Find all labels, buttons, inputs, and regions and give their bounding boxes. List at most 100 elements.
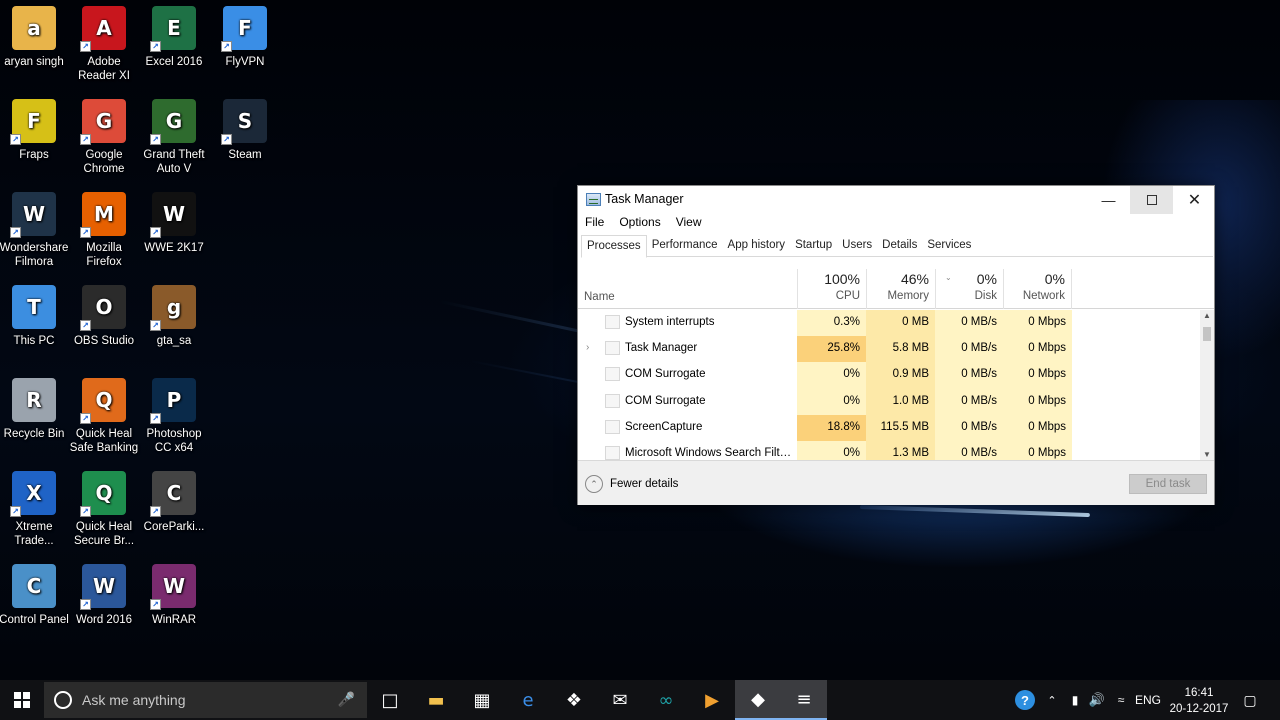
menu-options[interactable]: Options (619, 215, 660, 229)
obs-icon: O ↗ (80, 285, 126, 331)
clock[interactable]: 16:41 20-12-2017 (1166, 685, 1232, 717)
arduino-icon[interactable]: ∞ (643, 680, 689, 720)
desktop-icon[interactable]: Q ↗ Quick Heal Safe Banking (68, 378, 140, 455)
desktop-icon-label: Photoshop CC x64 (146, 428, 202, 454)
scroll-down-icon[interactable]: ▼ (1203, 450, 1211, 459)
desktop-icon[interactable]: W ↗ Word 2016 (68, 564, 140, 627)
process-row[interactable]: COM Surrogate 0% 0.9 MB 0 MB/s 0 Mbps (578, 362, 1200, 389)
desktop-icon[interactable]: W ↗ WWE 2K17 (138, 192, 210, 255)
tab-performance[interactable]: Performance (647, 235, 723, 257)
column-header-network[interactable]: 0% Network (1003, 269, 1072, 309)
desktop-icon[interactable]: W ↗ WinRAR (138, 564, 210, 627)
search-box[interactable]: Ask me anything 🎤 (44, 682, 367, 718)
desktop-icon-label: Word 2016 (75, 614, 133, 626)
tab-details[interactable]: Details (877, 235, 922, 257)
tab-processes[interactable]: Processes (581, 235, 647, 258)
file-explorer-icon[interactable]: ▬ (413, 680, 459, 720)
desktop-icon[interactable]: P ↗ Photoshop CC x64 (138, 378, 210, 455)
show-hidden-icons-chevron-icon[interactable]: ⌃ (1042, 680, 1062, 720)
xtreme-trade-icon: X ↗ (10, 471, 56, 517)
volume-icon[interactable]: 🔊 (1086, 680, 1108, 720)
desktop-icon[interactable]: E ↗ Excel 2016 (138, 6, 210, 69)
close-button[interactable]: ✕ (1173, 186, 1216, 214)
media-player-icon[interactable]: ▶ (689, 680, 735, 720)
fewer-details-button[interactable]: ⌃ Fewer details (585, 475, 678, 493)
desktop-icon[interactable]: T This PC (0, 285, 70, 348)
task-manager-taskbar-icon[interactable]: ≡ (781, 680, 827, 720)
desktop-icon-label: FlyVPN (225, 56, 265, 68)
desktop-icon[interactable]: R Recycle Bin (0, 378, 70, 441)
mail-icon[interactable]: ✉ (597, 680, 643, 720)
process-memory: 0.9 MB (866, 362, 935, 389)
tab-services[interactable]: Services (922, 235, 976, 257)
tab-startup[interactable]: Startup (790, 235, 837, 257)
process-row[interactable]: ScreenCapture 18.8% 115.5 MB 0 MB/s 0 Mbps (578, 414, 1200, 441)
desktop-icon[interactable]: g ↗ gta_sa (138, 285, 210, 348)
end-task-button[interactable]: End task (1129, 474, 1207, 494)
column-header-name[interactable]: Name (584, 291, 615, 303)
desktop-icon[interactable]: G ↗ Grand Theft Auto V (138, 99, 210, 176)
battery-icon[interactable]: ▮ (1064, 680, 1086, 720)
desktop-icon[interactable]: A ↗ Adobe Reader XI (68, 6, 140, 83)
shortcut-arrow-icon: ↗ (221, 134, 232, 145)
expand-chevron-icon[interactable]: › (586, 342, 589, 353)
store-icon[interactable]: ▦ (459, 680, 505, 720)
column-header-cpu[interactable]: 100% CPU (797, 269, 866, 309)
menu-view[interactable]: View (676, 215, 702, 229)
maximize-button[interactable] (1130, 186, 1173, 214)
desktop-icon-label: Google Chrome (83, 149, 125, 175)
scroll-thumb[interactable] (1203, 327, 1211, 341)
window-title: Task Manager (605, 192, 684, 206)
vertical-scrollbar[interactable]: ▲ ▼ (1200, 310, 1214, 460)
tab-app-history[interactable]: App history (723, 235, 791, 257)
action-center-icon[interactable]: ▢ (1236, 680, 1264, 720)
process-row[interactable]: › Task Manager 25.8% 5.8 MB 0 MB/s 0 Mbps (578, 336, 1200, 363)
desktop-icon[interactable]: S ↗ Steam (209, 99, 281, 162)
start-button[interactable] (0, 680, 44, 720)
menu-file[interactable]: File (585, 215, 604, 229)
microphone-icon[interactable]: 🎤 (338, 692, 355, 708)
help-icon[interactable]: ? (1012, 680, 1038, 720)
task-manager-window[interactable]: Task Manager — ✕ File Options View Proce… (577, 185, 1215, 505)
cortana-icon (54, 691, 72, 709)
desktop-icon[interactable]: W ↗ Wondershare Filmora (0, 192, 70, 269)
process-row[interactable]: Microsoft Windows Search Filte... 0% 1.3 M… (578, 440, 1200, 460)
desktop-icon-label: WinRAR (151, 614, 197, 626)
maximize-icon (1146, 195, 1157, 205)
desktop-icon[interactable]: F ↗ FlyVPN (209, 6, 281, 69)
process-row[interactable]: COM Surrogate 0% 1.0 MB 0 MB/s 0 Mbps (578, 388, 1200, 415)
task-view-icon[interactable]: □ (367, 680, 413, 720)
desktop-icon[interactable]: Q ↗ Quick Heal Secure Br... (68, 471, 140, 548)
desktop-icon[interactable]: a aryan singh (0, 6, 70, 69)
edge-icon[interactable]: e (505, 680, 551, 720)
shortcut-arrow-icon: ↗ (150, 227, 161, 238)
desktop-icon[interactable]: O ↗ OBS Studio (68, 285, 140, 348)
desktop-icon-label: Grand Theft Auto V (143, 149, 205, 175)
tab-users[interactable]: Users (837, 235, 877, 257)
search-placeholder: Ask me anything (82, 692, 186, 708)
dropbox-icon[interactable]: ❖ (551, 680, 597, 720)
desktop-icon[interactable]: C Control Panel (0, 564, 70, 627)
process-icon (605, 393, 620, 408)
process-network: 0 Mbps (1003, 310, 1072, 337)
column-header-disk[interactable]: 0% Disk (935, 269, 1003, 309)
column-header-memory[interactable]: 46% Memory (866, 269, 935, 309)
process-cpu: 0.3% (797, 310, 866, 337)
desktop-icon-label: Adobe Reader XI (78, 56, 130, 82)
language-indicator[interactable]: ENG (1132, 680, 1164, 720)
process-row[interactable]: System interrupts 0.3% 0 MB 0 MB/s 0 Mbps (578, 310, 1200, 337)
shortcut-arrow-icon: ↗ (80, 134, 91, 145)
process-name: System interrupts (625, 316, 715, 328)
minimize-button[interactable]: — (1087, 186, 1130, 214)
desktop-icon[interactable]: X ↗ Xtreme Trade... (0, 471, 70, 548)
wifi-icon[interactable]: ≈ (1110, 680, 1132, 720)
desktop-icon[interactable]: G ↗ Google Chrome (68, 99, 140, 176)
title-bar[interactable]: Task Manager — ✕ (578, 186, 1214, 214)
scroll-up-icon[interactable]: ▲ (1203, 311, 1211, 320)
desktop-icon[interactable]: F ↗ Fraps (0, 99, 70, 162)
process-disk: 0 MB/s (935, 414, 1003, 441)
desktop-icon[interactable]: M ↗ Mozilla Firefox (68, 192, 140, 269)
filmora-taskbar-icon[interactable]: ◆ (735, 680, 781, 720)
desktop-icon[interactable]: C ↗ CoreParki... (138, 471, 210, 534)
desktop-icon-label: CoreParki... (143, 521, 205, 533)
